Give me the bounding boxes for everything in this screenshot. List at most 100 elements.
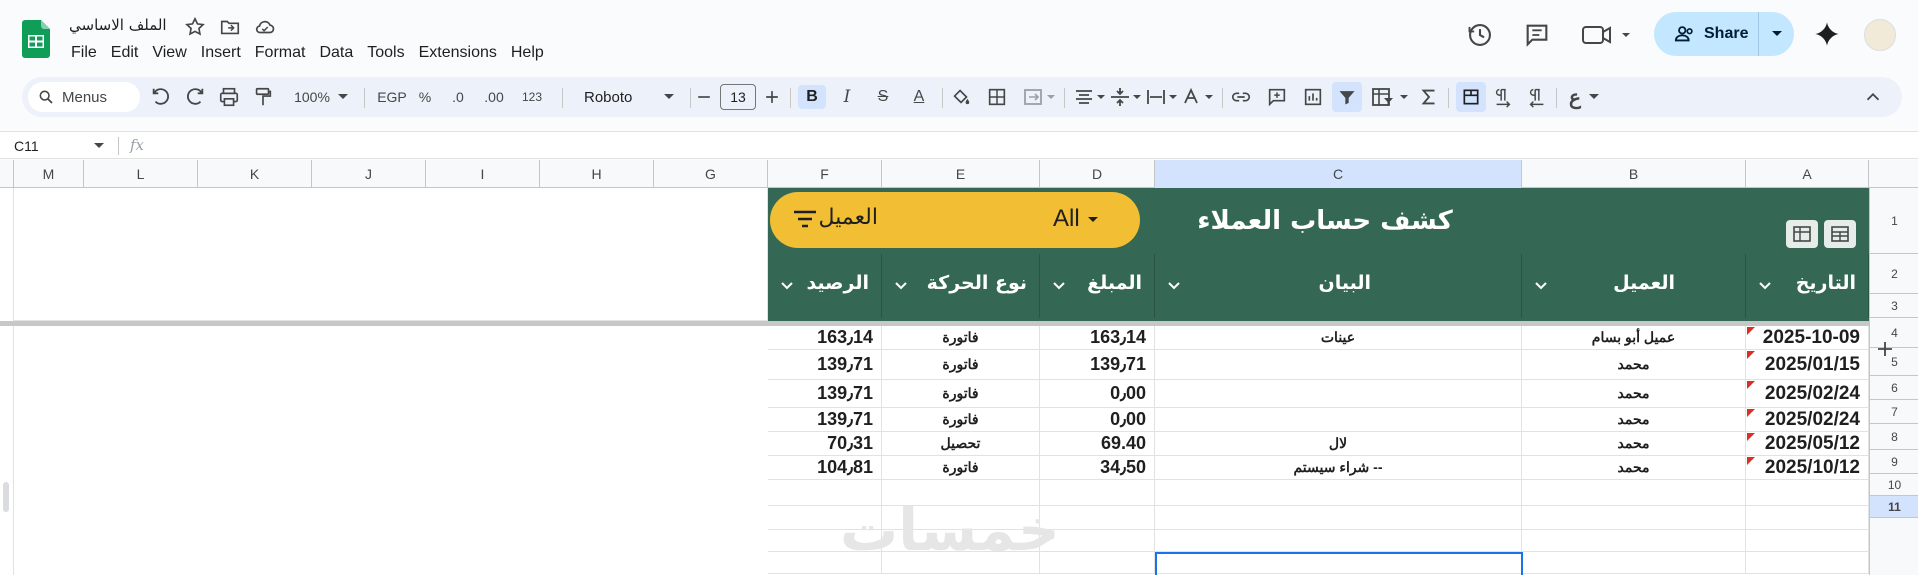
- share-button[interactable]: Share: [1654, 12, 1758, 56]
- column-header-b[interactable]: B: [1522, 160, 1746, 188]
- horizontal-align-icon[interactable]: [1072, 85, 1106, 109]
- font-select[interactable]: Roboto: [574, 85, 684, 109]
- cell-date[interactable]: 2025-10-09: [1746, 326, 1869, 350]
- cell-client[interactable]: [1522, 506, 1746, 530]
- cell-client[interactable]: [1522, 530, 1746, 552]
- horizontal-scroll-handle[interactable]: [3, 482, 9, 512]
- ltr-direction-icon[interactable]: [1492, 85, 1514, 109]
- cell-client[interactable]: [1522, 552, 1746, 574]
- freeze-button[interactable]: [1456, 82, 1486, 112]
- column-header-c[interactable]: C: [1155, 160, 1522, 188]
- sheets-logo-icon[interactable]: [22, 20, 50, 58]
- text-wrapping-icon[interactable]: [1144, 85, 1178, 109]
- meet-video-icon[interactable]: [1580, 20, 1636, 50]
- cell-date[interactable]: [1746, 552, 1869, 574]
- cell-type[interactable]: فاتورة: [882, 350, 1040, 380]
- cell-type[interactable]: فاتورة: [882, 456, 1040, 480]
- strikethrough-button[interactable]: S: [870, 85, 896, 109]
- cell-balance[interactable]: 104٫81: [768, 456, 882, 480]
- increase-decimal-button[interactable]: .00: [478, 85, 510, 109]
- row-header-2[interactable]: 2: [1870, 254, 1918, 294]
- cell-date[interactable]: [1746, 480, 1869, 506]
- column-menu-chevron-icon[interactable]: [1167, 278, 1181, 292]
- text-color-button[interactable]: A: [906, 85, 932, 109]
- cell-type[interactable]: فاتورة: [882, 408, 1040, 432]
- cell-type[interactable]: تحصيل: [882, 432, 1040, 456]
- cell-date[interactable]: 2025/05/12: [1746, 432, 1869, 456]
- vertical-align-icon[interactable]: [1108, 85, 1142, 109]
- cell-date[interactable]: [1746, 530, 1869, 552]
- cell-client[interactable]: محمد: [1522, 380, 1746, 408]
- merge-cells-icon[interactable]: [1022, 85, 1056, 109]
- cell-client[interactable]: محمد: [1522, 350, 1746, 380]
- cell-statement[interactable]: [1155, 350, 1522, 380]
- text-rotation-icon[interactable]: [1180, 85, 1214, 109]
- percent-format-button[interactable]: %: [414, 85, 436, 109]
- menu-file[interactable]: File: [64, 42, 104, 64]
- cell-client[interactable]: [1522, 480, 1746, 506]
- cell-statement[interactable]: [1155, 530, 1522, 552]
- account-avatar[interactable]: [1864, 19, 1896, 51]
- column-header-f[interactable]: F: [768, 160, 882, 188]
- insert-link-icon[interactable]: [1230, 85, 1252, 109]
- note-marker[interactable]: [1747, 381, 1755, 389]
- note-marker[interactable]: [1747, 409, 1755, 417]
- paint-format-icon[interactable]: [252, 85, 274, 109]
- version-history-icon[interactable]: [1466, 21, 1494, 49]
- cell-date[interactable]: 2025/10/12: [1746, 456, 1869, 480]
- cell-type[interactable]: فاتورة: [882, 380, 1040, 408]
- column-menu-chevron-icon[interactable]: [1052, 278, 1066, 292]
- menu-tools[interactable]: Tools: [360, 42, 411, 64]
- cloud-saved-icon[interactable]: [254, 16, 276, 38]
- column-header-m[interactable]: M: [14, 160, 84, 188]
- cell-date[interactable]: 2025/01/15: [1746, 350, 1869, 380]
- cell-amount[interactable]: 69.40: [1040, 432, 1155, 456]
- cell-statement[interactable]: -- شراء سيستم: [1155, 456, 1522, 480]
- decrease-font-size-icon[interactable]: [694, 85, 714, 109]
- rtl-direction-icon[interactable]: [1526, 85, 1548, 109]
- insert-comment-icon[interactable]: [1266, 85, 1288, 109]
- note-marker[interactable]: [1747, 433, 1755, 441]
- table-settings-button[interactable]: [1824, 220, 1856, 248]
- comments-icon[interactable]: [1523, 21, 1551, 49]
- row-header-7[interactable]: 7: [1870, 400, 1918, 424]
- cell-statement[interactable]: [1155, 506, 1522, 530]
- column-header-h[interactable]: H: [540, 160, 654, 188]
- print-icon[interactable]: [218, 85, 240, 109]
- menus-search-button[interactable]: Menus: [28, 82, 140, 112]
- column-header-l[interactable]: L: [84, 160, 198, 188]
- note-marker[interactable]: [1747, 457, 1755, 465]
- cell-amount[interactable]: 0٫00: [1040, 408, 1155, 432]
- header-balance[interactable]: الرصيد: [768, 254, 882, 318]
- document-title[interactable]: الملف الاساسي: [69, 16, 167, 34]
- cell-amount[interactable]: 34٫50: [1040, 456, 1155, 480]
- cell-client[interactable]: محمد: [1522, 432, 1746, 456]
- column-menu-chevron-icon[interactable]: [780, 278, 794, 292]
- collapse-menus-icon[interactable]: [1862, 85, 1884, 109]
- functions-icon[interactable]: [1418, 85, 1440, 109]
- star-icon[interactable]: [184, 16, 206, 38]
- cell-statement[interactable]: [1155, 480, 1522, 506]
- row-header-1[interactable]: 1: [1870, 188, 1918, 254]
- cell-client[interactable]: محمد: [1522, 456, 1746, 480]
- cell-date[interactable]: 2025/02/24: [1746, 380, 1869, 408]
- column-header-g[interactable]: G: [654, 160, 768, 188]
- decrease-decimal-button[interactable]: .0: [444, 85, 472, 109]
- column-menu-chevron-icon[interactable]: [894, 278, 908, 292]
- column-header-k[interactable]: K: [198, 160, 312, 188]
- column-header-i[interactable]: I: [426, 160, 540, 188]
- cell-client[interactable]: محمد: [1522, 408, 1746, 432]
- fill-color-icon[interactable]: [950, 85, 972, 109]
- name-box[interactable]: C11: [14, 136, 110, 156]
- cell-statement[interactable]: [1155, 408, 1522, 432]
- column-header-a[interactable]: A: [1746, 160, 1869, 188]
- bold-button[interactable]: B: [798, 85, 826, 109]
- column-header-j[interactable]: J: [312, 160, 426, 188]
- row-header-10[interactable]: 10: [1870, 474, 1918, 496]
- note-marker[interactable]: [1747, 327, 1755, 335]
- cell-statement[interactable]: لال: [1155, 432, 1522, 456]
- input-tools-button[interactable]: ع: [1564, 85, 1604, 109]
- row-header-6[interactable]: 6: [1870, 376, 1918, 400]
- cell-balance[interactable]: 70٫31: [768, 432, 882, 456]
- row-header-9[interactable]: 9: [1870, 450, 1918, 474]
